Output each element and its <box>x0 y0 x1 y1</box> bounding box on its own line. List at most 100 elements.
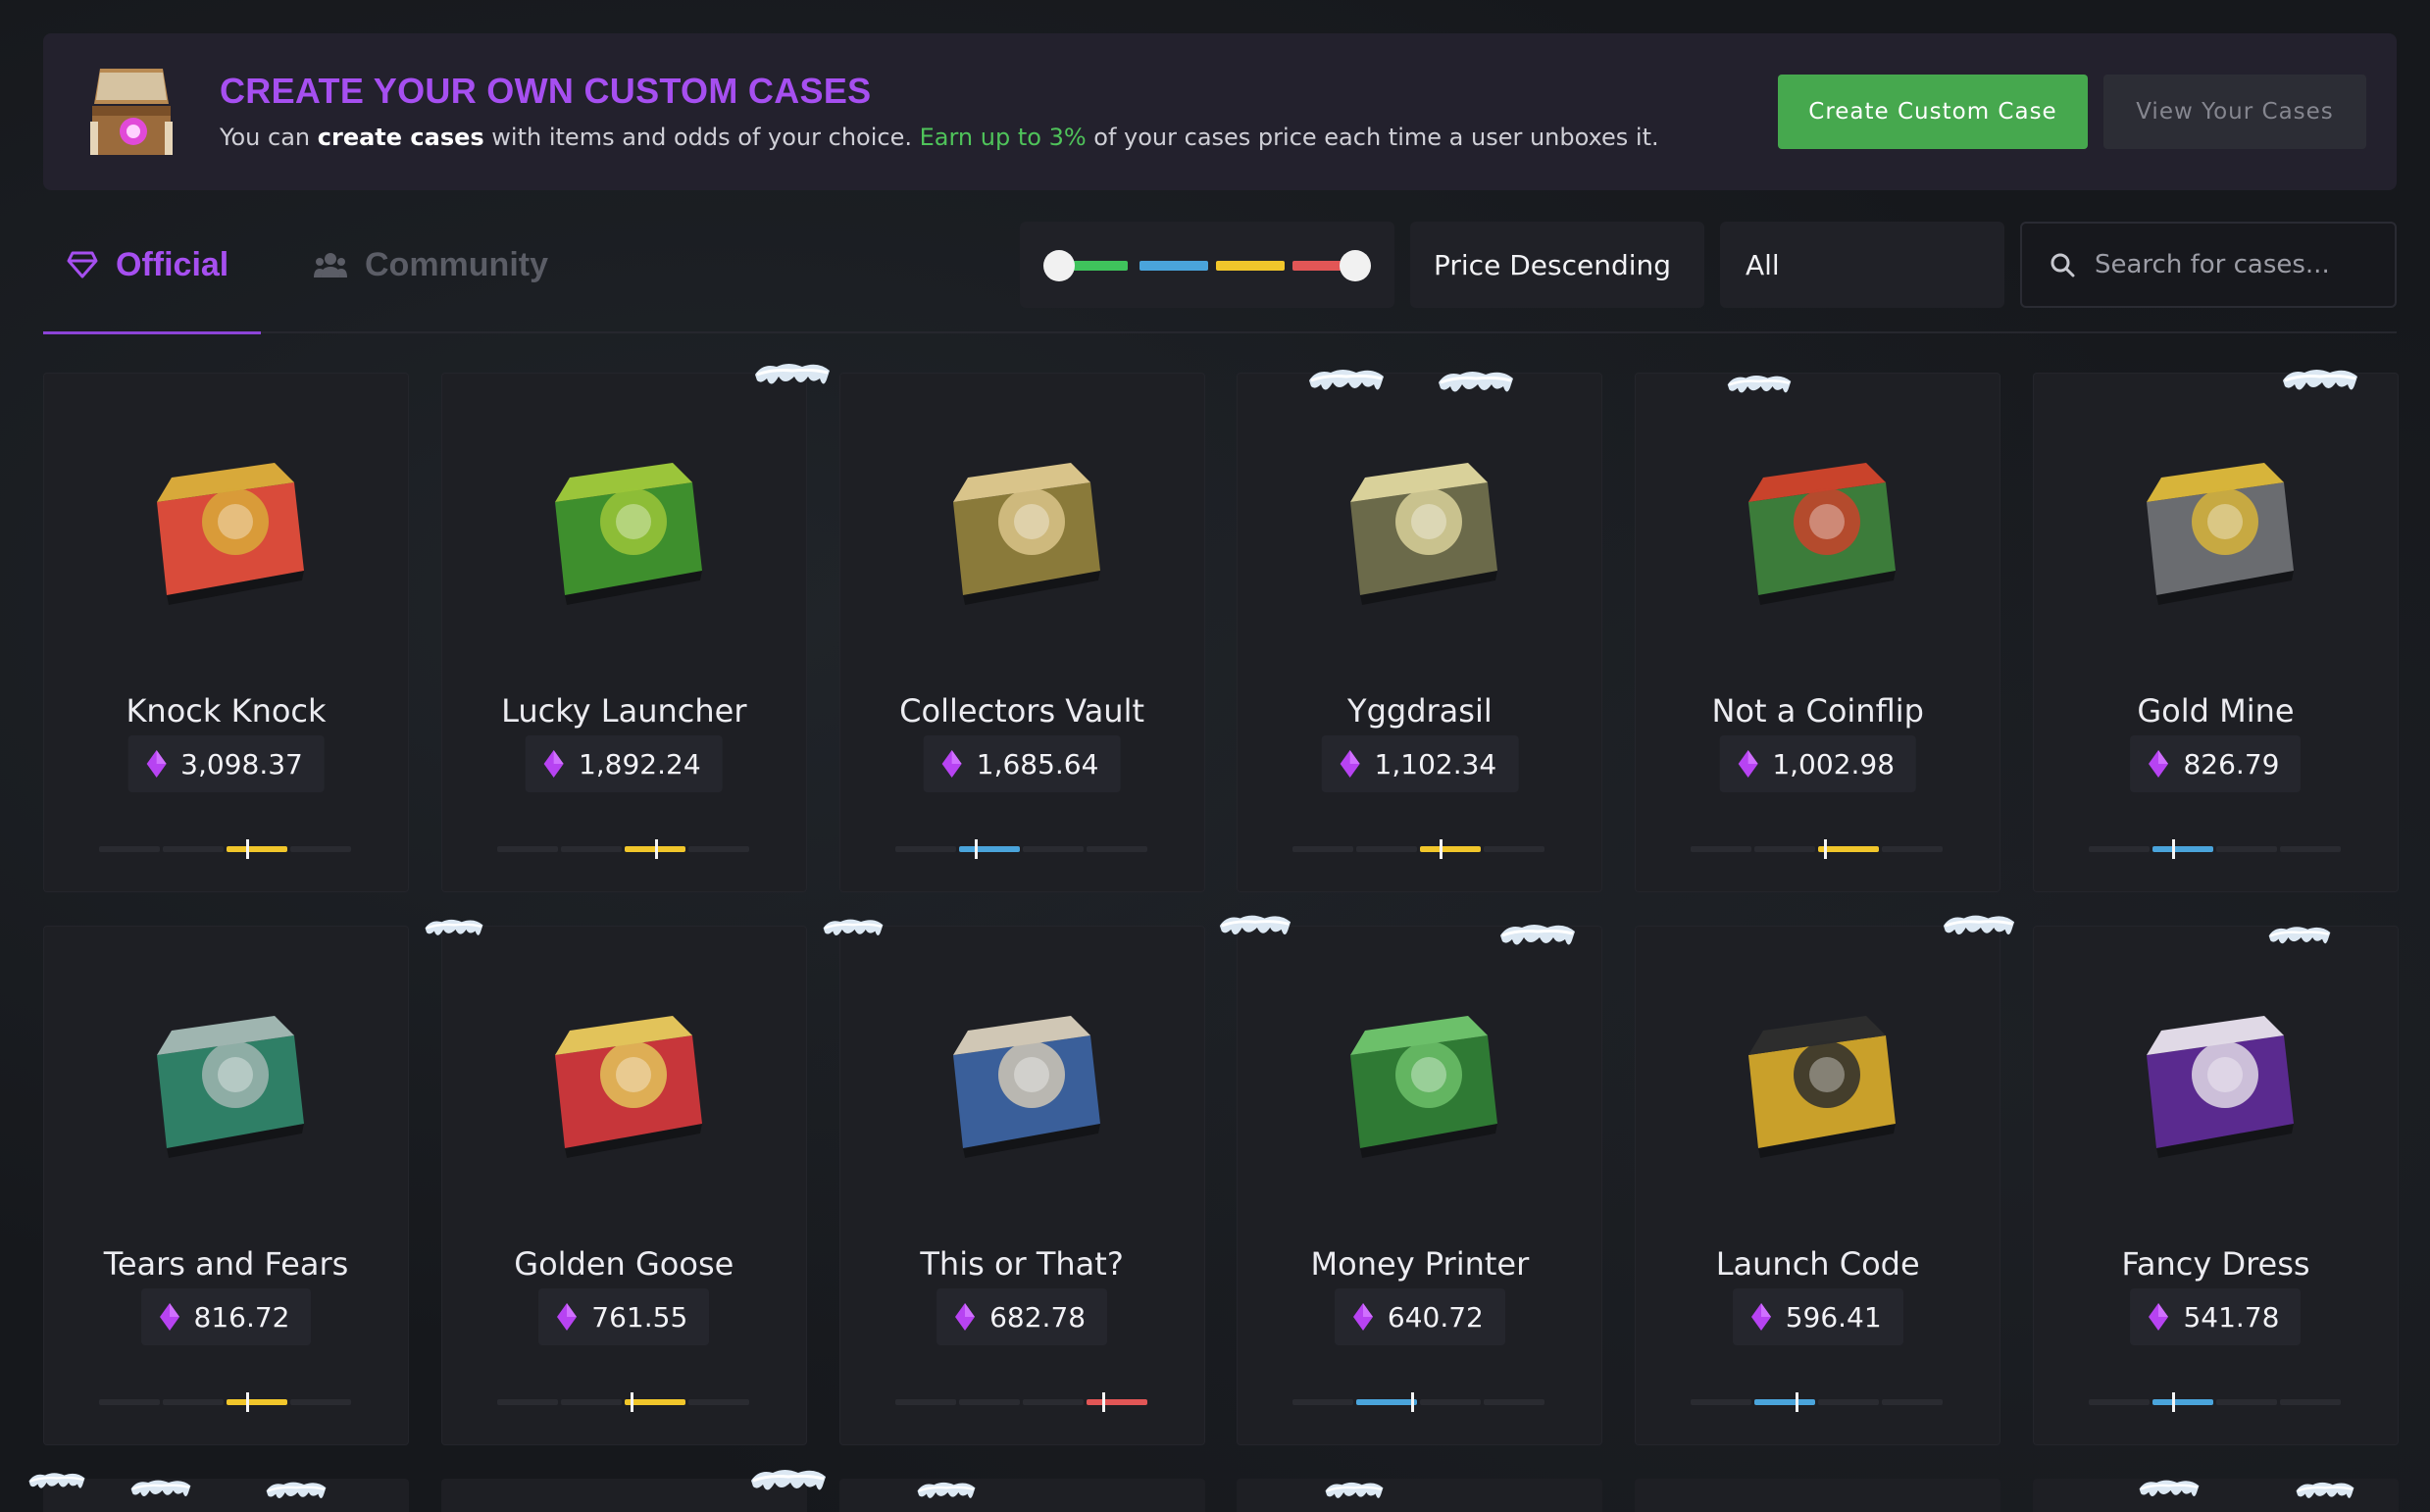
snow-decoration <box>424 914 484 949</box>
case-card[interactable] <box>1237 1479 1603 1512</box>
snow-decoration <box>1304 367 1389 402</box>
risk-marker <box>974 839 978 859</box>
case-card[interactable]: Launch Code 596.41 <box>1635 926 2001 1445</box>
case-image <box>1321 424 1517 620</box>
case-price-value: 1,002.98 <box>1772 747 1896 781</box>
case-risk-bar <box>496 839 750 859</box>
risk-segment <box>1754 846 1816 852</box>
gem-icon <box>941 749 963 779</box>
case-image <box>127 424 324 620</box>
risk-segment <box>560 846 622 852</box>
case-card[interactable] <box>1635 1479 2001 1512</box>
risk-segment <box>2279 1399 2341 1405</box>
case-card[interactable]: Not a Coinflip 1,002.98 <box>1635 373 2001 892</box>
snow-decoration <box>1434 369 1518 404</box>
case-card[interactable]: Golden Goose 761.55 <box>440 926 807 1445</box>
gem-icon <box>1340 749 1361 779</box>
risk-segment <box>2152 846 2213 852</box>
risk-segment <box>2215 1399 2277 1405</box>
case-image <box>127 977 324 1173</box>
treasure-chest-icon <box>84 63 178 163</box>
banner-desc-bold: create cases <box>317 124 484 151</box>
custom-cases-banner: CREATE YOUR OWN CUSTOM CASES You can cre… <box>43 33 2397 190</box>
case-price-value: 1,685.64 <box>976 747 1099 781</box>
case-name: Collectors Vault <box>899 692 1145 730</box>
risk-segment <box>624 1399 685 1405</box>
page-root: { "banner": { "title": "CREATE YOUR OWN … <box>0 0 2430 1512</box>
view-your-cases-button[interactable]: View Your Cases <box>2103 75 2366 149</box>
risk-segment <box>1356 846 1418 852</box>
risk-segment <box>496 846 558 852</box>
risk-segment <box>894 1399 956 1405</box>
create-custom-case-button[interactable]: Create Custom Case <box>1778 75 2088 149</box>
case-name: Yggdrasil <box>1347 692 1493 730</box>
case-price: 682.78 <box>937 1288 1108 1345</box>
case-card[interactable] <box>43 1479 409 1512</box>
tabs-divider <box>43 331 2397 333</box>
gem-icon <box>1737 749 1758 779</box>
risk-segment <box>1022 846 1084 852</box>
risk-segment <box>99 846 160 852</box>
category-select[interactable]: All <box>1720 222 2004 308</box>
risk-segment <box>1691 846 1752 852</box>
case-price: 640.72 <box>1334 1288 1505 1345</box>
risk-segment <box>1484 1399 1545 1405</box>
case-card[interactable]: Knock Knock 3,098.37 <box>43 373 409 892</box>
case-risk-bar <box>1292 839 1545 859</box>
risk-marker <box>1440 839 1443 859</box>
case-card[interactable] <box>838 1479 1205 1512</box>
active-tab-indicator <box>43 331 261 334</box>
case-card[interactable]: Yggdrasil 1,102.34 <box>1237 373 1603 892</box>
risk-marker <box>246 1392 249 1412</box>
case-card[interactable]: This or That? 682.78 <box>838 926 1205 1445</box>
case-image <box>1321 977 1517 1173</box>
case-price-value: 640.72 <box>1387 1300 1484 1334</box>
snow-decoration <box>1942 912 2016 947</box>
case-name: Lucky Launcher <box>501 692 747 730</box>
case-card[interactable]: Lucky Launcher 1,892.24 <box>440 373 807 892</box>
case-card[interactable]: Money Printer 640.72 <box>1237 926 1603 1445</box>
search-box[interactable] <box>2020 222 2397 308</box>
tab-official[interactable]: Official <box>67 239 228 290</box>
case-image <box>2117 424 2313 620</box>
sort-select[interactable]: Price Descending <box>1410 222 1704 308</box>
case-card[interactable]: Fancy Dress 541.78 <box>2032 926 2399 1445</box>
gem-icon <box>1352 1302 1374 1332</box>
case-image <box>526 424 722 620</box>
search-icon <box>2050 252 2075 277</box>
risk-marker <box>1796 1392 1799 1412</box>
case-price: 816.72 <box>140 1288 312 1345</box>
case-risk-bar <box>99 1392 352 1412</box>
risk-segment <box>1818 846 1880 852</box>
tab-community[interactable]: Community <box>314 239 548 290</box>
risk-segment <box>496 1399 558 1405</box>
case-name: Tears and Fears <box>103 1245 349 1283</box>
case-price-value: 541.78 <box>2183 1300 2280 1334</box>
case-card[interactable]: Gold Mine 826.79 <box>2032 373 2399 892</box>
risk-marker <box>1101 1392 1105 1412</box>
snow-decoration <box>749 1467 828 1502</box>
diamond-outline-icon <box>67 250 98 279</box>
risk-range-min-handle[interactable] <box>1043 250 1075 281</box>
snow-decoration <box>2267 922 2332 957</box>
case-price: 541.78 <box>2130 1288 2302 1345</box>
case-price-value: 596.41 <box>1785 1300 1882 1334</box>
risk-segment <box>687 846 749 852</box>
case-risk-bar <box>894 839 1148 859</box>
risk-segment <box>2152 1399 2213 1405</box>
risk-range-max-handle[interactable] <box>1340 250 1371 281</box>
risk-segment <box>163 1399 224 1405</box>
case-name: Launch Code <box>1715 1245 1920 1283</box>
case-price-value: 826.79 <box>2183 747 2280 781</box>
snow-decoration <box>27 1467 86 1502</box>
case-price: 761.55 <box>538 1288 710 1345</box>
case-card[interactable]: Collectors Vault 1,685.64 <box>838 373 1205 892</box>
search-input[interactable] <box>2093 249 2371 280</box>
case-risk-bar <box>894 1392 1148 1412</box>
case-card[interactable]: Tears and Fears 816.72 <box>43 926 409 1445</box>
risk-range-segment-high <box>1216 261 1285 271</box>
snow-decoration <box>916 1477 977 1512</box>
risk-range-slider[interactable] <box>1020 222 1394 308</box>
snow-decoration <box>129 1475 192 1510</box>
case-price-value: 1,102.34 <box>1374 747 1497 781</box>
